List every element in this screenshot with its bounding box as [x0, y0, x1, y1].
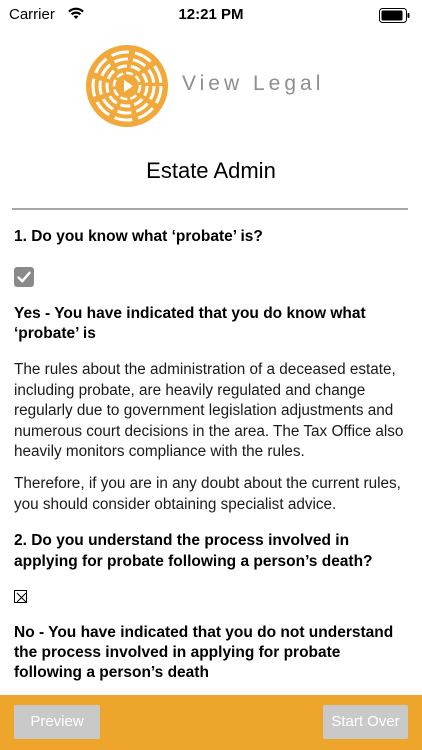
battery-icon — [379, 8, 411, 23]
answer-1: Yes - You have indicated that you do kno… — [14, 305, 366, 342]
view-legal-logo-icon — [84, 43, 170, 129]
answer-2: No - You have indicated that you do not … — [14, 624, 394, 681]
question-1-checkbox[interactable] — [14, 267, 34, 287]
status-time: 12:21 PM — [178, 6, 244, 23]
answer-1-paragraph-2: Therefore, if you are in any doubt about… — [14, 475, 401, 513]
start-over-button[interactable]: Start Over — [323, 705, 408, 739]
preview-button[interactable]: Preview — [14, 705, 100, 739]
title-divider — [12, 208, 408, 210]
answer-1-paragraph-1: The rules about the administration of a … — [14, 361, 404, 460]
question-2-checkbox[interactable] — [14, 590, 27, 603]
question-2: 2. Do you understand the process involve… — [14, 532, 373, 570]
question-1: 1. Do you know what ‘probate’ is? — [14, 228, 263, 245]
brand-name: View Legal — [182, 72, 325, 95]
checkmark-icon — [17, 271, 31, 283]
page-title: Estate Admin — [146, 158, 276, 183]
x-mark-icon — [16, 592, 27, 603]
status-bar: Carrier 12:21 PM — [0, 0, 422, 30]
bottom-toolbar: Preview Start Over — [0, 695, 422, 750]
